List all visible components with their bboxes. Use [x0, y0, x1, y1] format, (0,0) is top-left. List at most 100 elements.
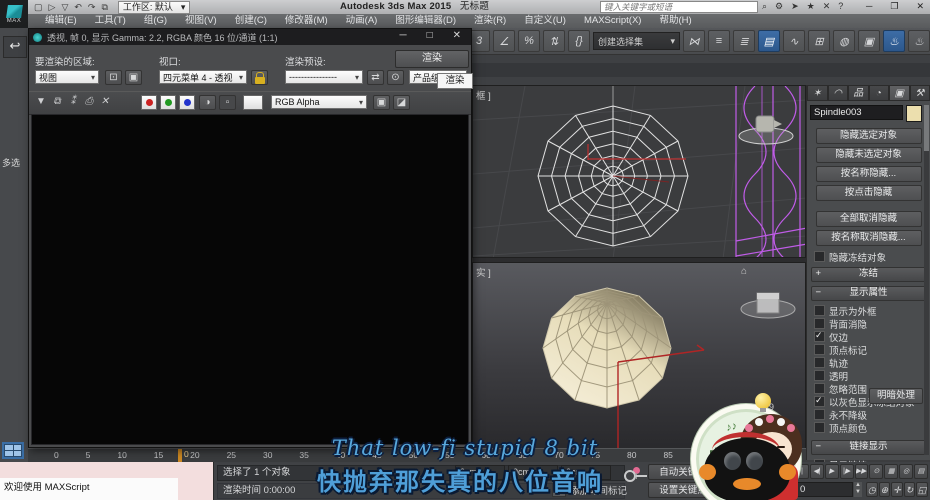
orbit-icon[interactable]: ↻ — [904, 482, 916, 497]
blue-channel-icon[interactable] — [179, 95, 195, 110]
tab-display[interactable]: ▣ — [889, 85, 910, 101]
menu-item[interactable]: 渲染(R) — [465, 14, 515, 28]
qat-icon[interactable]: ↷ — [88, 2, 96, 13]
window-control-button[interactable]: ✕ — [916, 0, 924, 13]
maxscript-mini-listener[interactable]: 欢迎使用 MAXScript — [0, 462, 214, 500]
viewport-top[interactable]: 框 ] — [472, 85, 806, 258]
infocenter-icon[interactable]: ? — [838, 0, 843, 13]
menu-item[interactable]: MAXScript(X) — [575, 14, 651, 28]
frame-spinner[interactable]: ▲▼ — [854, 482, 862, 497]
menu-item[interactable]: 视图(V) — [176, 14, 226, 28]
time-configuration-icon[interactable]: ◷ — [866, 482, 878, 497]
tab-motion[interactable]: ◔ — [869, 85, 890, 101]
undo-arrow-button[interactable]: ↩ — [3, 36, 27, 58]
area-to-render-dropdown[interactable]: 视图▾ — [35, 70, 99, 84]
clear-image-icon[interactable]: ✕ — [97, 95, 113, 110]
search-input[interactable] — [600, 1, 758, 13]
display-property-checkbox[interactable]: 顶点颜色 — [814, 421, 930, 434]
snapshot-icon[interactable]: ▤ — [914, 464, 928, 479]
viewport-label[interactable]: 实 ] — [476, 265, 491, 279]
render-setup-icon[interactable]: ◍ — [833, 30, 855, 52]
infocenter-icon[interactable]: ➤ — [791, 0, 799, 13]
pan-hand-icon[interactable]: ✛ — [891, 482, 903, 497]
previous-frame-button[interactable]: ◀| — [810, 464, 824, 479]
environment-icon[interactable]: ⊙ — [387, 70, 404, 85]
schematic-view-icon[interactable]: ⊞ — [808, 30, 830, 52]
tab-create[interactable]: ✶ — [807, 85, 828, 101]
tab-modify[interactable]: ◠ — [828, 85, 849, 101]
rendered-frame-window[interactable]: 透视, 帧 0, 显示 Gamma: 2.2, RGBA 颜色 16 位/通道 … — [28, 28, 472, 448]
key-lock-icon[interactable] — [624, 470, 636, 482]
color-clamp-icon[interactable]: ▣ — [373, 95, 390, 110]
qat-icon[interactable]: ↶ — [74, 2, 82, 13]
align-icon[interactable]: ≡ — [708, 30, 730, 52]
object-name-field[interactable]: Spindle003 — [810, 105, 903, 120]
percent-snap-icon[interactable]: % — [518, 30, 540, 52]
window-control-button[interactable]: ─ — [866, 0, 872, 13]
rollout-link-display[interactable]: −链接显示 — [811, 440, 927, 455]
hide-frozen-checkbox[interactable]: 隐藏冻结对象 — [814, 250, 930, 263]
menu-item[interactable]: 编辑(E) — [36, 14, 86, 28]
home-icon[interactable]: ⌂ — [741, 266, 747, 277]
angle-snap-icon[interactable]: ∠ — [493, 30, 515, 52]
named-selection-sets-icon[interactable]: {} — [568, 30, 590, 52]
toggle-ui-icon[interactable]: ◪ — [393, 95, 410, 110]
hide-button[interactable]: 按点击隐藏 — [816, 185, 922, 201]
panel-scrollbar[interactable] — [924, 105, 929, 455]
edit-region-icon[interactable]: ⊡ — [105, 70, 122, 85]
infocenter-icon[interactable]: ★ — [807, 0, 815, 13]
rfw-window-button[interactable]: ✕ — [453, 30, 461, 41]
rollout-freeze[interactable]: +冻结 — [811, 267, 927, 282]
infocenter-icon[interactable]: ⌕ — [762, 0, 767, 13]
key-mode-toggle[interactable]: ⊙ — [869, 464, 883, 479]
display-property-checkbox[interactable]: 顶点标记 — [814, 343, 930, 356]
qat-icon[interactable]: ⧉ — [101, 2, 107, 13]
selection-bracket-icon[interactable]: ◎ — [899, 464, 913, 479]
lock-viewport-button[interactable] — [251, 70, 268, 85]
render-iterative-icon[interactable]: ♨ — [908, 30, 930, 52]
rfw-window-button[interactable]: □ — [427, 30, 433, 41]
menu-item[interactable]: 工具(T) — [86, 14, 135, 28]
alpha-channel-icon[interactable]: ▫ — [219, 95, 236, 110]
selection-set-dropdown[interactable]: 创建选择集▾ — [593, 32, 680, 50]
qat-icon[interactable]: ▷ — [49, 2, 56, 13]
hide-button[interactable]: 隐藏选定对象 — [816, 128, 922, 144]
render-production-icon[interactable]: ♨ — [883, 30, 905, 52]
display-property-checkbox[interactable]: 仅边 — [814, 330, 930, 343]
current-frame-field[interactable]: 0 — [795, 482, 853, 497]
viewport-label[interactable]: 框 ] — [476, 88, 491, 102]
application-menu-button[interactable]: MAX — [0, 0, 28, 28]
go-to-end-button[interactable]: ▶▶| — [855, 464, 869, 479]
menu-item[interactable]: 修改器(M) — [276, 14, 337, 28]
display-property-checkbox[interactable]: 永不降级 — [814, 408, 930, 421]
play-button[interactable]: ▶ — [825, 464, 839, 479]
render-preset-dropdown[interactable]: ----------------▾ — [285, 70, 363, 84]
copy-image-icon[interactable]: ⧉ — [49, 95, 65, 110]
rfw-window-button[interactable]: ─ — [399, 30, 406, 41]
layer-manager-icon[interactable]: ≣ — [733, 30, 755, 52]
mirror-icon[interactable]: ⋈ — [683, 30, 705, 52]
background-color-swatch[interactable] — [243, 95, 263, 110]
viewport-layout-icon[interactable] — [2, 442, 24, 459]
menu-item[interactable]: 图形编辑器(D) — [386, 14, 465, 28]
qat-icon[interactable]: ▢ — [34, 2, 43, 13]
menu-item[interactable]: 自定义(U) — [515, 14, 575, 28]
channel-display-dropdown[interactable]: RGB Alpha▾ — [271, 95, 367, 109]
render-setup-icon[interactable]: ⇄ — [367, 70, 384, 85]
spinner-snap-icon[interactable]: ⇅ — [543, 30, 565, 52]
next-frame-button[interactable]: |▶ — [840, 464, 854, 479]
print-image-icon[interactable]: ⎙ — [81, 95, 97, 110]
unhide-button[interactable]: 全部取消隐藏 — [816, 211, 922, 227]
menu-item[interactable]: 组(G) — [135, 14, 176, 28]
monochrome-icon[interactable]: ◑ — [199, 95, 216, 110]
viewport-dropdown[interactable]: 四元菜单 4 - 透视▾ — [159, 70, 247, 84]
curve-editor-icon[interactable]: ∿ — [783, 30, 805, 52]
current-frame-marker[interactable]: 0 — [178, 449, 189, 462]
green-channel-icon[interactable] — [160, 95, 176, 110]
render-button[interactable]: 渲染 — [395, 50, 469, 68]
clone-window-icon[interactable]: ⁑ — [65, 95, 81, 110]
save-image-icon[interactable]: ▼ — [33, 95, 49, 110]
menu-item[interactable]: 动画(A) — [337, 14, 387, 28]
display-property-checkbox[interactable]: 显示为外框 — [814, 304, 930, 317]
tab-utilities[interactable]: ⚒ — [910, 85, 930, 101]
